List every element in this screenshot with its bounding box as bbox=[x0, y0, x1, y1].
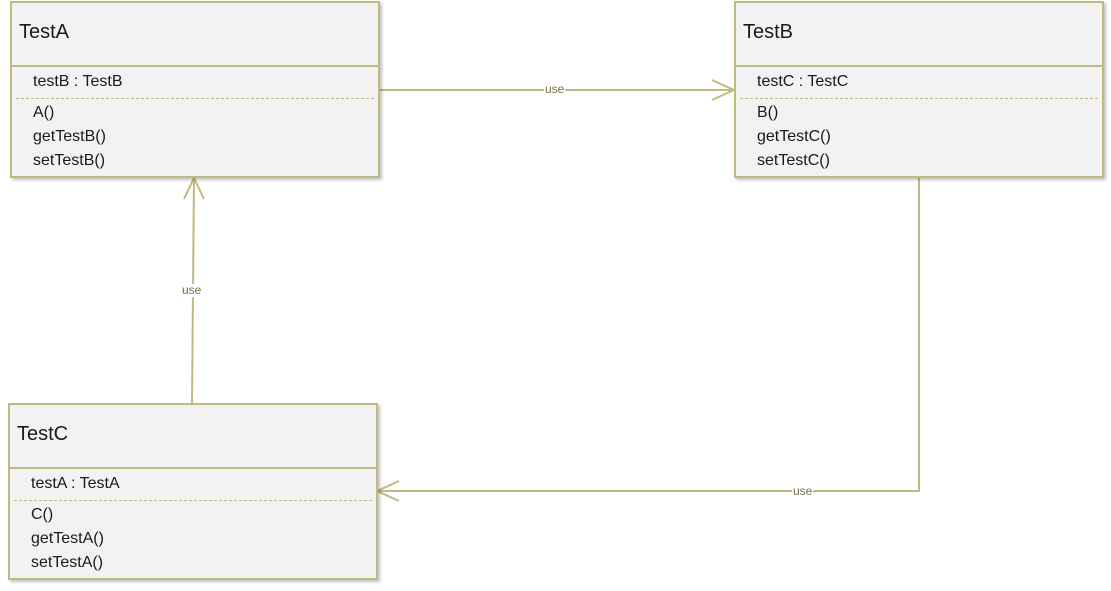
class-name: TestC bbox=[17, 423, 69, 445]
compartment-divider bbox=[12, 65, 378, 67]
operation: getTestB() bbox=[33, 128, 106, 145]
dashed-divider bbox=[740, 98, 1098, 99]
compartment-divider bbox=[736, 65, 1102, 67]
dashed-divider bbox=[14, 500, 372, 501]
relation-b-to-c[interactable] bbox=[374, 178, 920, 502]
class-box-testc[interactable]: TestC testA : TestA C() getTestA() setTe… bbox=[8, 403, 378, 580]
operation: getTestA() bbox=[31, 530, 104, 547]
class-name: TestB bbox=[743, 21, 794, 43]
relation-label-a-b: use bbox=[544, 82, 566, 96]
class-box-testa[interactable]: TestA testB : TestB A() getTestB() setTe… bbox=[10, 1, 380, 178]
operation: B() bbox=[757, 104, 779, 121]
operation: setTestA() bbox=[31, 554, 104, 571]
attribute: testC : TestC bbox=[757, 73, 849, 90]
operation: getTestC() bbox=[757, 128, 831, 145]
operation: setTestB() bbox=[33, 152, 106, 169]
operation: C() bbox=[31, 506, 54, 523]
class-name: TestA bbox=[19, 21, 70, 43]
operation: setTestC() bbox=[757, 152, 830, 169]
operation: A() bbox=[33, 104, 55, 121]
dashed-divider bbox=[16, 98, 374, 99]
relation-label-c-a: use bbox=[181, 283, 203, 297]
compartment-divider bbox=[10, 467, 376, 469]
attribute: testB : TestB bbox=[33, 73, 123, 90]
relation-label-b-c: use bbox=[792, 484, 814, 498]
class-box-testb[interactable]: TestB testC : TestC B() getTestC() setTe… bbox=[734, 1, 1104, 178]
attribute: testA : TestA bbox=[31, 475, 120, 492]
